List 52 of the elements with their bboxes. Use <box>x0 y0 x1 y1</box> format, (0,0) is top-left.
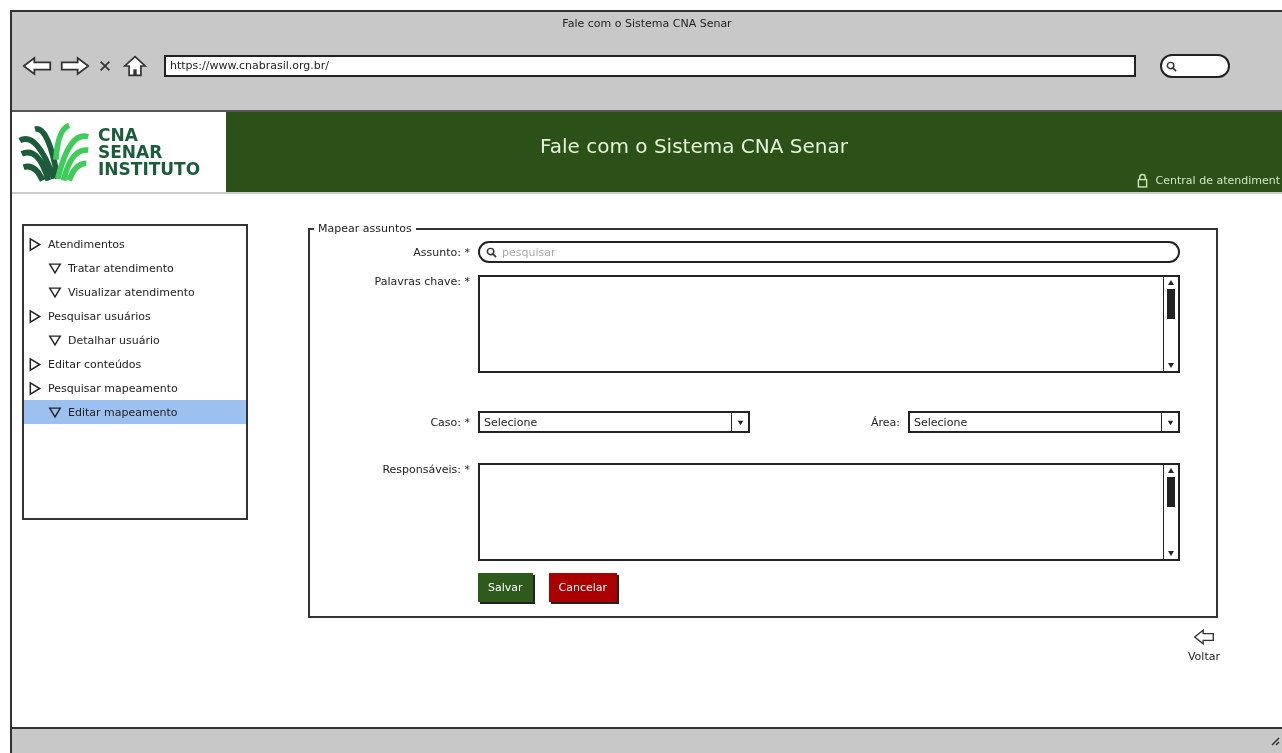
search-field[interactable] <box>1160 54 1230 78</box>
tree-item[interactable]: Atendimentos <box>24 232 246 256</box>
triangle-down-icon <box>48 332 62 348</box>
tree-item[interactable]: Tratar atendimento <box>24 256 246 280</box>
field-label: Palavras chave: * <box>373 275 470 288</box>
field-label: Assunto: * <box>412 245 470 259</box>
triangle-right-icon <box>28 308 42 324</box>
area-dropdown[interactable]: Selecione <box>908 411 1180 433</box>
logo-text: INSTITUTO <box>98 160 201 178</box>
triangle-right-icon <box>28 380 42 396</box>
triangle-down-icon <box>48 284 62 300</box>
tree-item[interactable]: Pesquisar usuários <box>24 304 246 328</box>
logo-text: SENAR <box>98 143 164 161</box>
search-icon <box>1166 60 1177 72</box>
lock-icon <box>1136 173 1148 188</box>
url-field[interactable]: https://www.cnabrasil.org.br/ <box>164 55 1136 77</box>
triangle-down-icon <box>48 404 62 420</box>
page-title: Fale com o Sistema CNA Senar <box>540 134 848 160</box>
logo-text: CNA <box>98 126 139 144</box>
scroll-thumb[interactable] <box>1167 289 1175 319</box>
triangle-down-icon <box>48 260 62 276</box>
search-icon <box>486 247 497 258</box>
back-link[interactable]: Voltar <box>1187 628 1220 663</box>
subject-search-field[interactable]: pesquisar <box>478 241 1180 263</box>
tree-item[interactable]: Detalhar usuário <box>24 328 246 352</box>
case-dropdown[interactable]: Selecione <box>478 411 750 433</box>
scroll-thumb[interactable] <box>1167 477 1175 507</box>
keywords-text-area[interactable] <box>478 275 1180 373</box>
scrollbar[interactable] <box>1163 277 1178 371</box>
forward-arrow-icon[interactable] <box>60 55 90 77</box>
save-button[interactable]: Salvar <box>478 573 533 602</box>
window-title: Fale com o Sistema CNA Senar <box>562 16 732 30</box>
close-icon[interactable] <box>98 59 112 73</box>
tree-item[interactable]: Editar conteúdos <box>24 352 246 376</box>
field-label: Caso: * <box>429 415 470 429</box>
tree-item[interactable]: Pesquisar mapeamento <box>24 376 246 400</box>
triangle-right-icon <box>28 356 42 372</box>
form-legend: Mapear assuntos <box>314 222 416 235</box>
service-center-link[interactable]: Central de atendiment <box>1136 173 1282 188</box>
tree-item[interactable]: Editar mapeamento <box>24 400 246 424</box>
back-arrow-icon <box>1192 628 1215 646</box>
back-arrow-icon[interactable] <box>22 55 52 77</box>
tree-item[interactable]: Visualizar atendimento <box>24 280 246 304</box>
leaves-icon <box>16 120 92 184</box>
cancel-button[interactable]: Cancelar <box>548 573 618 602</box>
field-label: Responsáveis: * <box>381 463 470 476</box>
home-icon[interactable] <box>120 55 150 77</box>
resize-grip-icon[interactable] <box>1270 736 1280 746</box>
triangle-right-icon <box>28 236 42 252</box>
field-label: Área: <box>869 415 900 429</box>
responsible-text-area[interactable] <box>478 463 1180 561</box>
scrollbar[interactable] <box>1163 465 1178 559</box>
